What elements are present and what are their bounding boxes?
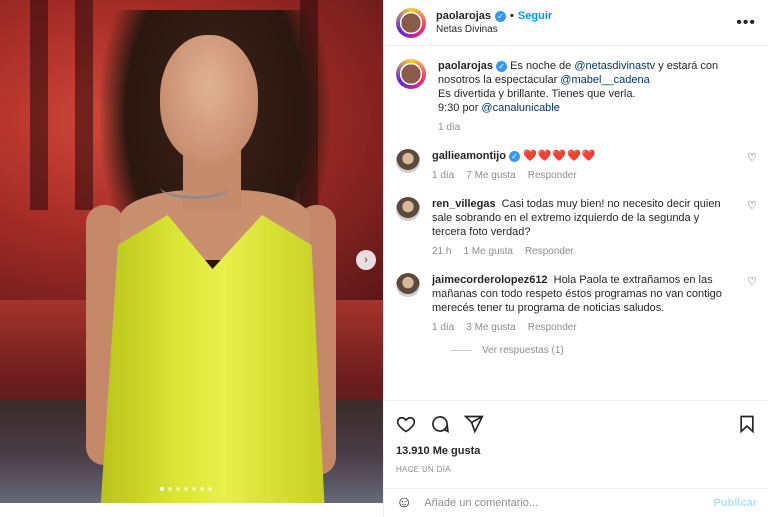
comment-bubble-icon[interactable] <box>430 414 450 434</box>
emoji-picker-icon[interactable]: ☺ <box>396 494 412 512</box>
caption-text: Es noche de <box>510 60 575 72</box>
view-replies-button[interactable]: Ver respuestas (1) <box>450 345 757 356</box>
like-heart-icon[interactable] <box>396 414 416 434</box>
post-photo[interactable]: › <box>0 0 383 503</box>
more-options-icon[interactable]: ••• <box>736 14 756 32</box>
mention-link[interactable]: @canalunicable <box>481 102 559 114</box>
comment-time[interactable]: 1 día <box>432 321 454 335</box>
commenter-avatar[interactable] <box>396 273 420 297</box>
author-avatar[interactable] <box>396 7 426 38</box>
comment-item: gallieamontijo ✓ ❤️❤️❤️❤️❤️ 1 día 7 Me gu… <box>396 149 757 183</box>
location-label[interactable]: Netas Divinas <box>436 24 552 35</box>
replies-divider <box>450 350 472 351</box>
comment-likes[interactable]: 1 Me gusta <box>463 245 512 259</box>
publish-button[interactable]: Publicar <box>714 497 757 509</box>
commenter-username[interactable]: jaimecorderolopez612 <box>432 274 548 286</box>
separator-dot: • <box>510 10 514 22</box>
comment-item: ren_villegas Casi todas muy bien! no nec… <box>396 197 757 259</box>
save-bookmark-icon[interactable] <box>737 414 757 434</box>
follow-button[interactable]: Seguir <box>518 10 552 22</box>
carousel-dot <box>184 487 188 491</box>
comment-likes[interactable]: 7 Me gusta <box>466 169 515 183</box>
like-comment-heart-icon[interactable]: ♡ <box>747 151 757 164</box>
post-caption: paolarojas ✓ Es noche de @netasdivinastv … <box>396 59 757 135</box>
verified-badge-icon: ✓ <box>508 151 520 162</box>
person-face <box>160 35 258 163</box>
comment-text: ❤️❤️❤️❤️❤️ <box>523 150 597 162</box>
author-avatar[interactable] <box>396 59 426 89</box>
comment-time[interactable]: 21 h <box>432 245 451 259</box>
reply-button[interactable]: Responder <box>525 245 574 259</box>
commenter-username[interactable]: ren_villegas <box>432 198 496 210</box>
background-blind <box>75 0 93 210</box>
carousel-dot <box>200 487 204 491</box>
comment-likes[interactable]: 3 Me gusta <box>466 321 515 335</box>
share-send-icon[interactable] <box>464 414 484 434</box>
carousel-dot <box>208 487 212 491</box>
commenter-username[interactable]: gallieamontijo <box>432 150 506 162</box>
caption-username[interactable]: paolarojas <box>438 60 493 72</box>
carousel-dot <box>192 487 196 491</box>
background-blind <box>30 0 48 210</box>
next-slide-button[interactable]: › <box>356 250 376 270</box>
comment-time[interactable]: 1 día <box>432 169 454 183</box>
verified-badge-icon: ✓ <box>495 10 507 22</box>
mention-link[interactable]: @netasdivinastv <box>574 60 655 72</box>
like-comment-heart-icon[interactable]: ♡ <box>747 275 757 288</box>
necklace <box>160 175 230 199</box>
reply-button[interactable]: Responder <box>528 321 577 335</box>
view-replies-label: Ver respuestas (1) <box>482 345 564 356</box>
caption-text: 9:30 por <box>438 102 482 114</box>
likes-count[interactable]: 13.910 Me gusta <box>396 445 757 457</box>
add-comment-bar: ☺ Publicar <box>384 488 768 517</box>
carousel-dot <box>160 487 164 491</box>
carousel-dot <box>168 487 172 491</box>
comment-item: jaimecorderolopez612 Hola Paola te extra… <box>396 273 757 335</box>
commenter-avatar[interactable] <box>396 197 420 221</box>
instagram-post: › paolarojas ✓ • Seguir Netas Divinas ••… <box>0 0 768 517</box>
caption-text: Es divertida y brillante. Tienes que ver… <box>438 88 636 100</box>
comments-list[interactable]: paolarojas ✓ Es noche de @netasdivinastv … <box>384 47 768 387</box>
caption-time[interactable]: 1 día <box>438 121 460 135</box>
post-side-panel: paolarojas ✓ • Seguir Netas Divinas ••• … <box>383 0 768 517</box>
author-username[interactable]: paolarojas <box>436 10 491 22</box>
comment-input[interactable] <box>424 497 695 509</box>
commenter-avatar[interactable] <box>396 149 420 173</box>
post-date[interactable]: HACE UN DÍA <box>396 465 757 474</box>
post-header: paolarojas ✓ • Seguir Netas Divinas ••• <box>384 0 768 46</box>
carousel-dots <box>160 487 212 491</box>
verified-badge-icon: ✓ <box>496 61 508 72</box>
reply-button[interactable]: Responder <box>528 169 577 183</box>
like-comment-heart-icon[interactable]: ♡ <box>747 199 757 212</box>
mention-link[interactable]: @mabel__cadena <box>560 74 649 86</box>
post-actions: 13.910 Me gusta HACE UN DÍA <box>384 400 768 474</box>
carousel-dot <box>176 487 180 491</box>
